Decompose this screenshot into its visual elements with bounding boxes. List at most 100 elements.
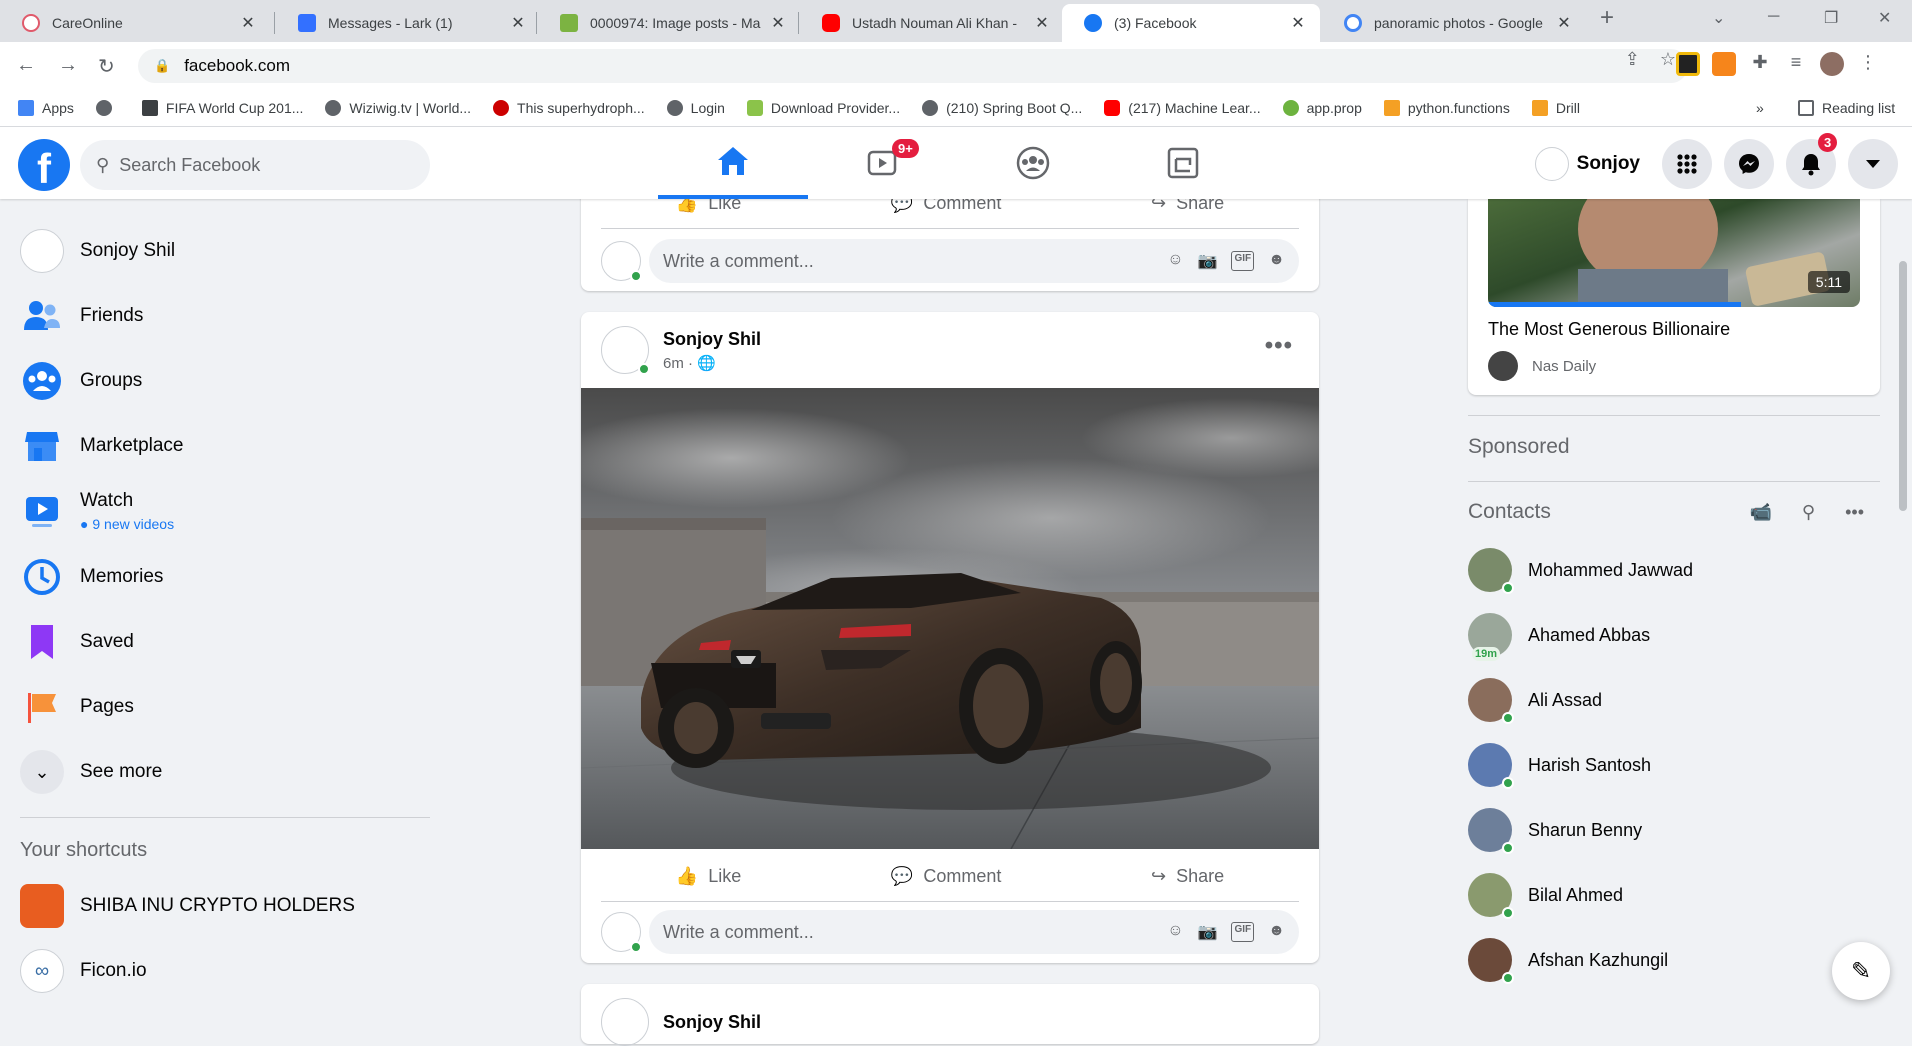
bookmarks-overflow-button[interactable]: » [1756,100,1764,116]
bookmark-item[interactable]: python.functions [1383,99,1510,116]
bookmark-item[interactable]: Download Provider... [746,99,900,116]
video-thumbnail[interactable]: 5:11 [1488,199,1860,307]
sidebar-item-saved[interactable]: Saved [20,620,134,664]
post-options-icon[interactable]: ••• [1265,332,1293,360]
author-avatar[interactable] [601,998,649,1046]
contact-item[interactable]: Afshan Kazhungil [1468,938,1668,984]
minimize-icon[interactable]: ─ [1768,8,1779,26]
close-tab-icon[interactable]: ✕ [508,13,528,33]
browser-tab[interactable]: panoramic photos - Google ✕ [1322,4,1586,42]
profile-chip[interactable]: Sonjoy [1534,147,1640,181]
comment-input[interactable]: Write a comment... ☺ 📷 GIF ☻ [649,910,1299,954]
bookmark-item[interactable]: app.prop [1282,99,1362,116]
bookmark-item[interactable]: FIFA World Cup 201... [141,99,303,116]
comment-button[interactable]: 💬 Comment [891,866,1001,887]
reading-list-button[interactable]: Reading list [1798,99,1895,116]
reading-queue-icon[interactable]: ≡ [1784,52,1808,76]
bookmark-item[interactable]: Drill [1531,99,1580,116]
sidebar-item-memories[interactable]: Memories [20,555,163,599]
post-author[interactable]: Sonjoy Shil [663,329,761,350]
tab-home[interactable] [658,127,808,199]
bookmark-item[interactable]: Apps [18,99,74,116]
contact-item[interactable]: Mohammed Jawwad [1468,548,1693,594]
restore-icon[interactable]: ❐ [1824,8,1838,28]
sidebar-item-friends[interactable]: Friends [20,294,143,338]
close-tab-icon[interactable]: ✕ [1554,13,1574,33]
scrollbar-thumb[interactable] [1899,261,1907,511]
shortcut-item[interactable]: ∞ Ficon.io [20,949,147,993]
sidebar-item-profile[interactable]: Sonjoy Shil [20,229,175,273]
close-tab-icon[interactable]: ✕ [1288,13,1308,33]
lock-icon[interactable]: 🔒 [154,58,170,74]
shortcut-item[interactable]: SHIBA INU CRYPTO HOLDERS [20,884,355,928]
sticker-icon[interactable]: ☻ [1268,922,1285,942]
post-image[interactable] [581,388,1319,849]
camera-icon[interactable]: 📷 [1198,251,1218,271]
video-channel[interactable]: Nas Daily [1488,351,1596,381]
close-tab-icon[interactable]: ✕ [768,13,788,33]
bookmark-item[interactable]: Login [666,99,725,116]
sticker-icon[interactable]: ☻ [1268,251,1285,271]
video-card[interactable]: 5:11 The Most Generous Billionaire Nas D… [1468,199,1880,395]
contact-item[interactable]: Sharun Benny [1468,808,1642,854]
tab-gaming[interactable] [1108,127,1258,199]
more-options-icon[interactable]: ••• [1845,502,1864,523]
bookmark-star-icon[interactable]: ☆ [1660,49,1676,70]
back-icon[interactable]: ← [16,54,36,77]
sidebar-item-marketplace[interactable]: Marketplace [20,424,184,468]
share-page-icon[interactable]: ⇪ [1625,49,1640,70]
search-icon[interactable]: ⚲ [1802,502,1815,523]
close-window-icon[interactable]: ✕ [1878,8,1891,28]
video-title[interactable]: The Most Generous Billionaire [1488,319,1730,340]
emoji-icon[interactable]: ☺ [1167,922,1183,942]
post-author[interactable]: Sonjoy Shil [663,1012,761,1033]
search-input[interactable]: ⚲ Search Facebook [80,140,430,190]
contact-item[interactable]: Bilal Ahmed [1468,873,1623,919]
tab-watch[interactable]: 9+ [808,127,958,199]
bookmark-item[interactable]: (217) Machine Lear... [1104,99,1261,116]
url-input[interactable]: 🔒 facebook.com [138,49,1688,83]
contact-item[interactable]: Harish Santosh [1468,743,1651,789]
bookmark-item[interactable]: (210) Spring Boot Q... [922,99,1082,116]
contact-item[interactable]: 19m Ahamed Abbas [1468,613,1650,661]
bookmark-item[interactable] [95,99,120,116]
browser-tab[interactable]: CareOnline ✕ [0,4,270,42]
browser-tab[interactable]: Ustadh Nouman Ali Khan - ✕ [800,4,1064,42]
gif-icon[interactable]: GIF [1231,922,1255,942]
metamask-extension-icon[interactable] [1712,52,1736,76]
video-call-icon[interactable]: 📹 [1749,502,1771,523]
notifications-button[interactable]: 3 [1786,133,1838,189]
comment-input[interactable]: Write a comment... ☺ 📷 GIF ☻ [649,239,1299,283]
bookmark-item[interactable]: This superhydroph... [493,99,645,116]
author-avatar[interactable] [601,326,650,375]
sidebar-item-groups[interactable]: Groups [20,359,142,403]
close-tab-icon[interactable]: ✕ [238,13,258,33]
like-button[interactable]: 👍 Like [676,866,741,887]
sidebar-item-watch[interactable]: Watch ● 9 new videos [20,489,174,533]
gif-icon[interactable]: GIF [1231,251,1255,271]
tab-search-icon[interactable]: ⌄ [1712,8,1725,28]
facebook-logo-icon[interactable]: f [18,139,70,192]
tab-groups[interactable] [958,127,1108,199]
new-message-button[interactable]: ✎ [1832,942,1890,1000]
close-tab-icon[interactable]: ✕ [1032,13,1052,33]
contact-item[interactable]: Ali Assad [1468,678,1602,724]
forward-icon[interactable]: → [58,54,78,77]
menu-button[interactable] [1662,139,1712,189]
profile-avatar-icon[interactable] [1820,52,1844,76]
reload-icon[interactable]: ↻ [98,54,115,79]
browser-tab[interactable]: 0000974: Image posts - Ma ✕ [538,4,800,42]
see-more-button[interactable]: ⌄ See more [20,750,162,794]
emoji-icon[interactable]: ☺ [1167,251,1183,271]
sidebar-item-pages[interactable]: Pages [20,685,134,729]
account-button[interactable] [1848,139,1898,189]
extensions-puzzle-icon[interactable]: ✚ [1748,52,1772,76]
share-button[interactable]: ↪ Share [1151,866,1224,887]
bookmark-item[interactable]: Wiziwig.tv | World... [325,99,471,116]
page-scrollbar[interactable] [1892,199,1912,1017]
post-time[interactable]: 6m · [663,355,693,372]
binance-extension-icon[interactable] [1676,52,1700,76]
camera-icon[interactable]: 📷 [1198,922,1218,942]
messenger-button[interactable] [1724,139,1774,189]
browser-menu-icon[interactable]: ⋮ [1856,52,1880,76]
